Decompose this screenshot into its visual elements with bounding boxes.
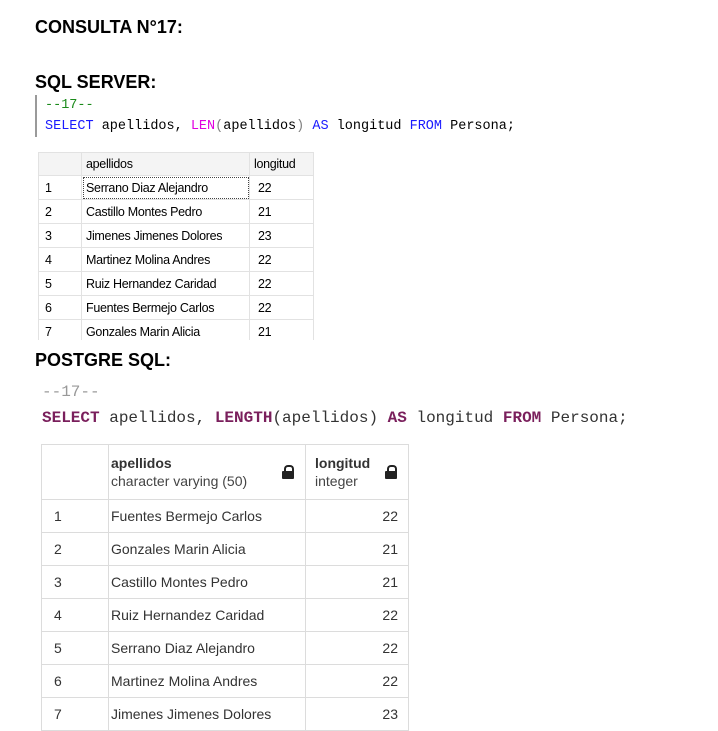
cell-apellidos[interactable]: Ruiz Hernandez Caridad bbox=[108, 598, 306, 632]
cell-longitud[interactable]: 22 bbox=[249, 271, 314, 296]
row-number[interactable]: 3 bbox=[38, 223, 82, 248]
cell-longitud[interactable]: 21 bbox=[249, 199, 314, 224]
table-row[interactable]: 3 Castillo Montes Pedro 21 bbox=[41, 565, 409, 599]
table-row[interactable]: 7 Gonzales Marin Alicia 21 bbox=[38, 319, 314, 340]
row-number[interactable]: 5 bbox=[41, 631, 109, 665]
row-number[interactable]: 2 bbox=[41, 532, 109, 566]
cell-longitud[interactable]: 22 bbox=[305, 598, 409, 632]
table-row[interactable]: 6 Martinez Molina Andres 22 bbox=[41, 664, 409, 698]
table-row[interactable]: 6 Fuentes Bermejo Carlos 22 bbox=[38, 295, 314, 320]
column-header-longitud[interactable]: longitud integer bbox=[305, 444, 409, 500]
table-row[interactable]: 4 Ruiz Hernandez Caridad 22 bbox=[41, 598, 409, 632]
column-name: apellidos bbox=[111, 455, 172, 471]
cell-apellidos[interactable]: Serrano Diaz Alejandro bbox=[81, 175, 250, 200]
cell-longitud[interactable]: 22 bbox=[249, 247, 314, 272]
kw-select: SELECT bbox=[45, 119, 94, 134]
row-number[interactable]: 7 bbox=[41, 697, 109, 731]
kw-select: SELECT bbox=[42, 409, 100, 427]
query-text: apellidos, bbox=[99, 409, 215, 427]
row-number[interactable]: 2 bbox=[38, 199, 82, 224]
cell-apellidos[interactable]: Castillo Montes Pedro bbox=[81, 199, 250, 224]
column-type: integer bbox=[315, 473, 358, 489]
sqlserver-results-grid[interactable]: apellidos longitud 1 Serrano Diaz Alejan… bbox=[38, 152, 314, 340]
table-row[interactable]: 1 Fuentes Bermejo Carlos 22 bbox=[41, 499, 409, 533]
cell-apellidos[interactable]: Ruiz Hernandez Caridad bbox=[81, 271, 250, 296]
cell-longitud[interactable]: 22 bbox=[305, 631, 409, 665]
row-number[interactable]: 3 bbox=[41, 565, 109, 599]
cell-longitud[interactable]: 22 bbox=[305, 664, 409, 698]
lock-icon bbox=[282, 465, 294, 479]
row-number[interactable]: 6 bbox=[41, 664, 109, 698]
table-row[interactable]: 2 Gonzales Marin Alicia 21 bbox=[41, 532, 409, 566]
kw-as: AS bbox=[304, 119, 329, 134]
cell-apellidos[interactable]: Fuentes Bermejo Carlos bbox=[81, 295, 250, 320]
cell-apellidos[interactable]: Castillo Montes Pedro bbox=[108, 565, 306, 599]
table-row[interactable]: 1 Serrano Diaz Alejandro 22 bbox=[38, 175, 314, 200]
table-row[interactable]: 5 Ruiz Hernandez Caridad 22 bbox=[38, 271, 314, 296]
postgres-query-editor[interactable]: --17-- SELECT apellidos, LENGTH(apellido… bbox=[42, 379, 628, 431]
row-number[interactable]: 1 bbox=[38, 175, 82, 200]
page-title: CONSULTA N°17: bbox=[35, 17, 183, 37]
postgres-comment: --17-- bbox=[42, 383, 100, 401]
query-text: Persona; bbox=[541, 409, 628, 427]
cell-longitud[interactable]: 22 bbox=[305, 499, 409, 533]
sqlserver-title: SQL SERVER: bbox=[35, 72, 157, 92]
row-number[interactable]: 7 bbox=[38, 319, 82, 340]
sqlserver-comment: --17-- bbox=[45, 98, 94, 113]
row-number[interactable]: 5 bbox=[38, 271, 82, 296]
table-row[interactable]: 2 Castillo Montes Pedro 21 bbox=[38, 199, 314, 224]
postgres-query-line: SELECT apellidos, LENGTH(apellidos) AS l… bbox=[42, 405, 628, 431]
cell-apellidos[interactable]: Martinez Molina Andres bbox=[108, 664, 306, 698]
cell-longitud[interactable]: 22 bbox=[249, 295, 314, 320]
query-text: longitud bbox=[328, 119, 410, 134]
cell-apellidos[interactable]: Fuentes Bermejo Carlos bbox=[108, 499, 306, 533]
query-text: apellidos, bbox=[93, 119, 191, 134]
cell-longitud[interactable]: 21 bbox=[249, 319, 314, 340]
fn-len: LEN bbox=[190, 119, 216, 134]
sqlserver-query-line: SELECT apellidos, LEN(apellidos) AS long… bbox=[45, 116, 605, 137]
query-text: longitud bbox=[406, 409, 503, 427]
cell-apellidos[interactable]: Jimenes Jimenes Dolores bbox=[81, 223, 250, 248]
cell-apellidos[interactable]: Gonzales Marin Alicia bbox=[81, 319, 250, 340]
cell-apellidos[interactable]: Gonzales Marin Alicia bbox=[108, 532, 306, 566]
row-number[interactable]: 4 bbox=[38, 247, 82, 272]
query-text: (apellidos) bbox=[272, 409, 388, 427]
column-header-apellidos[interactable]: apellidos bbox=[81, 152, 250, 176]
row-number[interactable]: 4 bbox=[41, 598, 109, 632]
cell-longitud[interactable]: 21 bbox=[305, 565, 409, 599]
column-type: character varying (50) bbox=[111, 473, 248, 489]
row-number[interactable]: 1 bbox=[41, 499, 109, 533]
cell-apellidos[interactable]: Jimenes Jimenes Dolores bbox=[108, 697, 306, 731]
postgres-results-grid[interactable]: apellidos character varying (50) longitu… bbox=[41, 444, 409, 731]
column-header-longitud[interactable]: longitud bbox=[249, 152, 314, 176]
table-row[interactable]: 7 Jimenes Jimenes Dolores 23 bbox=[41, 697, 409, 731]
column-header-apellidos[interactable]: apellidos character varying (50) bbox=[108, 444, 306, 500]
query-text: apellidos bbox=[223, 119, 297, 134]
postgres-title: POSTGRE SQL: bbox=[35, 350, 172, 370]
row-number-header bbox=[41, 444, 109, 500]
cell-longitud[interactable]: 21 bbox=[305, 532, 409, 566]
cell-longitud[interactable]: 22 bbox=[249, 175, 314, 200]
table-row[interactable]: 5 Serrano Diaz Alejandro 22 bbox=[41, 631, 409, 665]
query-text: Persona; bbox=[442, 119, 515, 134]
row-number[interactable]: 6 bbox=[38, 295, 82, 320]
cell-apellidos[interactable]: Martinez Molina Andres bbox=[81, 247, 250, 272]
cell-longitud[interactable]: 23 bbox=[305, 697, 409, 731]
cell-longitud[interactable]: 23 bbox=[249, 223, 314, 248]
sqlserver-query-editor[interactable]: --17-- SELECT apellidos, LEN(apellidos) … bbox=[35, 95, 605, 137]
lock-icon bbox=[385, 465, 397, 479]
row-number-header bbox=[38, 152, 82, 176]
kw-from: FROM bbox=[409, 119, 443, 134]
kw-as: AS bbox=[387, 409, 407, 427]
table-row[interactable]: 4 Martinez Molina Andres 22 bbox=[38, 247, 314, 272]
table-row[interactable]: 3 Jimenes Jimenes Dolores 23 bbox=[38, 223, 314, 248]
cell-apellidos[interactable]: Serrano Diaz Alejandro bbox=[108, 631, 306, 665]
column-name: longitud bbox=[315, 455, 371, 471]
kw-from: FROM bbox=[502, 409, 542, 427]
fn-length: LENGTH bbox=[214, 409, 273, 427]
